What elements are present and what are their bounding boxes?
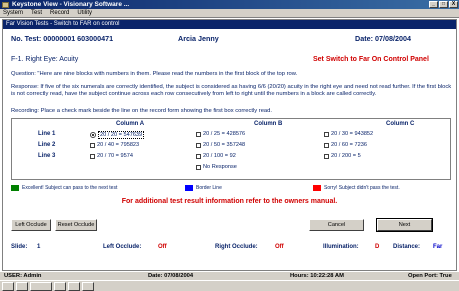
owners-manual-notice: For additional test result information r… (121, 198, 338, 205)
checkbox-icon[interactable] (196, 142, 201, 148)
acuity-table: Column A Column B Column C Line 1 Line 2… (11, 118, 451, 180)
question-text: Question: "Here are nine blocks with num… (11, 71, 298, 77)
column-b-header: Column B (254, 121, 283, 127)
maximize-button[interactable]: □ (439, 1, 448, 8)
cell-line2-a[interactable]: 20 / 40 = 795823 (90, 142, 139, 148)
no-response-option[interactable]: No Response (196, 164, 237, 170)
legend-fail: Sorry! Subject didn't pass the test. (313, 185, 400, 191)
switch-notice: Set Switch to Far On Control Panel (313, 56, 429, 63)
cell-line2-b[interactable]: 20 / 50 = 357248 (196, 142, 245, 148)
window-title: Keystone View - Visionary Software ... (12, 1, 130, 8)
cancel-button[interactable]: Cancel (309, 219, 364, 231)
checkbox-icon[interactable] (196, 164, 201, 170)
taskbar-icon-3[interactable] (30, 281, 52, 291)
cell-line1-a[interactable]: 20 / 20 = 547639 (90, 131, 145, 139)
cell-line1-c[interactable]: 20 / 30 = 943852 (324, 131, 373, 137)
menu-record[interactable]: Record (50, 10, 69, 16)
taskbar-icon-5[interactable] (68, 281, 80, 291)
taskbar-icon-1[interactable] (2, 281, 14, 291)
column-c-header: Column C (386, 121, 415, 127)
status-user: USER: Admin (4, 273, 42, 279)
status-port: Open Port: True (408, 273, 452, 279)
test-info: No. Test: 00000001 603000471 Arcia Jenny… (3, 34, 456, 44)
cell-line3-b[interactable]: 20 / 100 = 92 (196, 153, 236, 159)
menu-system[interactable]: System (3, 10, 23, 16)
checkbox-icon[interactable] (90, 142, 95, 148)
left-occlude-value: Off (158, 244, 167, 250)
legend-border: Border Line (185, 185, 222, 191)
minimize-button[interactable]: _ (429, 1, 438, 8)
slide-label: Slide: (11, 244, 28, 250)
cell-line2-c[interactable]: 20 / 60 = 7236 (324, 142, 367, 148)
reset-occlude-button[interactable]: Reset Occlude (55, 219, 97, 231)
distance-label: Distance: (393, 244, 421, 250)
taskbar-icon-2[interactable] (16, 281, 28, 291)
close-button[interactable]: X (449, 1, 458, 8)
cell-line3-a[interactable]: 20 / 70 = 9574 (90, 153, 133, 159)
test-number: No. Test: 00000001 603000471 (11, 34, 114, 43)
recording-text: Recording: Place a check mark beside the… (11, 108, 272, 114)
cell-line3-c[interactable]: 20 / 200 = 5 (324, 153, 361, 159)
illumination-value: D (375, 244, 380, 250)
menu-bar: System Test Record Utility (0, 9, 459, 18)
selected-radio-icon[interactable] (90, 132, 96, 138)
test-panel: Far Vision Tests - Switch to FAR on cont… (2, 19, 457, 271)
border-swatch (185, 185, 193, 191)
checkbox-icon[interactable] (196, 131, 201, 137)
fail-swatch (313, 185, 321, 191)
eye-test-label: F-1. Right Eye: Acuity (11, 56, 79, 63)
patient-name: Arcia Jenny (178, 34, 219, 43)
left-occlude-button[interactable]: Left Occlude (11, 219, 51, 231)
response-text: Response: If five of the six numerals ar… (11, 84, 452, 97)
illumination-label: Illumination: (323, 244, 359, 250)
checkbox-icon[interactable] (324, 131, 329, 137)
column-a-header: Column A (116, 121, 145, 127)
distance-value: Far (433, 244, 443, 250)
taskbar-icon-6[interactable] (82, 281, 94, 291)
status-date: Date: 07/08/2004 (148, 273, 194, 279)
title-bar: Keystone View - Visionary Software ... _… (0, 0, 459, 9)
result-legend: Excellent! Subject can pass to the next … (3, 185, 456, 193)
next-button[interactable]: Next (376, 218, 433, 232)
legend-pass: Excellent! Subject can pass to the next … (11, 185, 117, 191)
cell-line1-b[interactable]: 20 / 25 = 428576 (196, 131, 245, 137)
test-stats: Slide: 1 Left Occlude: Off Right Occlude… (3, 244, 456, 254)
window-controls: _ □ X (429, 1, 458, 8)
right-occlude-value: Off (275, 244, 284, 250)
checkbox-icon[interactable] (90, 153, 95, 159)
line-2-label: Line 2 (38, 142, 56, 148)
button-row: Left Occlude Reset Occlude Cancel Next (3, 218, 456, 233)
pass-swatch (11, 185, 19, 191)
app-icon (2, 1, 9, 8)
taskbar (0, 280, 459, 291)
checkbox-icon[interactable] (196, 153, 201, 159)
taskbar-icon-4[interactable] (54, 281, 66, 291)
left-occlude-label: Left Occlude: (103, 244, 142, 250)
test-date: Date: 07/08/2004 (355, 34, 411, 43)
checkbox-icon[interactable] (324, 153, 329, 159)
line-3-label: Line 3 (38, 153, 56, 159)
menu-utility[interactable]: Utility (77, 10, 92, 16)
right-occlude-label: Right Occlude: (215, 244, 258, 250)
menu-test[interactable]: Test (31, 10, 42, 16)
status-hours: Hours: 10:22:28 AM (290, 273, 344, 279)
checkbox-icon[interactable] (324, 142, 329, 148)
panel-title: Far Vision Tests - Switch to FAR on cont… (3, 20, 456, 29)
status-bar: USER: Admin Date: 07/08/2004 Hours: 10:2… (0, 271, 459, 280)
slide-value: 1 (37, 244, 41, 250)
line-1-label: Line 1 (38, 131, 56, 137)
